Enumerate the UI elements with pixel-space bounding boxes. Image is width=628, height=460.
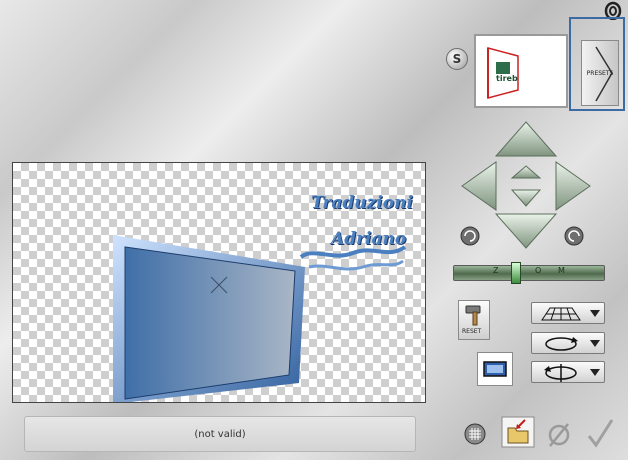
checkmark-icon — [587, 419, 614, 448]
perspective-mode-dropdown[interactable] — [531, 302, 605, 324]
center-up-button[interactable] — [510, 165, 542, 179]
cancel-icon — [548, 423, 570, 447]
thumbnail-text: tireb — [496, 74, 518, 83]
rotation-mode-dropdown[interactable] — [531, 332, 605, 354]
arrow-right-button[interactable] — [555, 161, 591, 211]
grid-button[interactable] — [464, 423, 486, 449]
flip-mode-dropdown[interactable] — [531, 361, 605, 383]
folder-load-icon — [501, 416, 535, 448]
status-bar: (not valid) — [24, 416, 416, 452]
load-button[interactable] — [501, 416, 535, 452]
reset-label: RESET — [462, 328, 482, 335]
arrow-left-button[interactable] — [461, 161, 497, 211]
watermark-text-1: Traduzioni — [311, 193, 413, 213]
zoom-label-o: O — [535, 266, 542, 275]
zoom-label-z: Z — [493, 266, 499, 275]
presets-label: PRESETS — [586, 69, 614, 77]
grid-plane-icon — [541, 307, 581, 321]
presets-button[interactable]: PRESETS — [581, 40, 619, 106]
chevron-down-icon — [590, 310, 600, 317]
rotate-loop-icon — [545, 337, 578, 351]
display-mode-button[interactable] — [477, 352, 513, 386]
preview-canvas[interactable]: Traduzioni Adriano — [12, 162, 426, 403]
rotate-left-icon[interactable] — [460, 226, 480, 246]
arrow-up-button[interactable] — [494, 121, 558, 157]
arrow-down-button[interactable] — [494, 213, 558, 249]
watermark-text-2: Adriano — [331, 229, 407, 249]
s-badge-button[interactable]: S — [446, 48, 468, 70]
reset-button[interactable]: RESET — [458, 300, 490, 340]
grid-icon — [464, 423, 486, 445]
flip-axis-icon — [544, 364, 577, 382]
chevron-down-icon — [590, 369, 600, 376]
cancel-button[interactable] — [546, 420, 572, 452]
thumbnail-preview[interactable]: tireb — [474, 34, 568, 108]
hammer-icon — [465, 305, 481, 326]
zoom-label-m: M — [558, 266, 565, 275]
zoom-slider-thumb[interactable] — [511, 262, 521, 284]
monitor-icon — [483, 361, 507, 377]
chevron-down-icon — [590, 340, 600, 347]
status-text: (not valid) — [194, 428, 246, 440]
zoom-slider-track[interactable] — [453, 265, 605, 281]
ok-button[interactable] — [586, 418, 614, 452]
center-down-button[interactable] — [510, 189, 542, 207]
rotate-right-icon[interactable] — [564, 226, 584, 246]
